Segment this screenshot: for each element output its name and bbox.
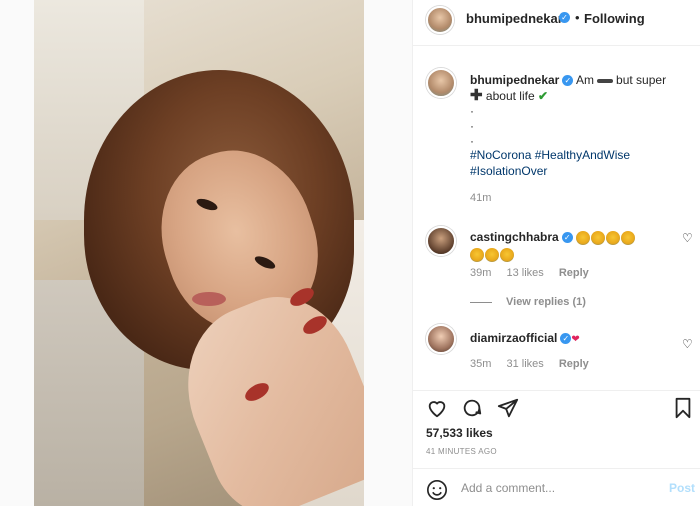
- comment-time: 39m: [470, 267, 492, 279]
- verified-icon: ✓: [560, 333, 572, 345]
- reply-button[interactable]: Reply: [559, 358, 589, 370]
- likes-count[interactable]: 57,533 likes: [426, 426, 493, 440]
- comment-icon[interactable]: [461, 397, 483, 419]
- like-comment-heart-icon[interactable]: ♡: [682, 231, 693, 245]
- caption-hashtags: #NoCorona #HealthyAndWise #IsolationOver: [470, 147, 670, 179]
- post-panel: bhumipednekar ✓ • Following bhumipedneka…: [412, 0, 700, 506]
- replies-line: [470, 301, 492, 303]
- reply-button[interactable]: Reply: [559, 267, 589, 279]
- post-comment-button[interactable]: Post: [669, 481, 695, 495]
- action-bar: [413, 390, 700, 424]
- clap-emoji-icon: [485, 247, 499, 262]
- comment-text: castingchhabra ✓: [470, 229, 660, 263]
- check-emoji-icon: ✔: [537, 89, 549, 103]
- separator-dot: •: [575, 10, 580, 25]
- bookmark-icon[interactable]: [672, 397, 694, 419]
- lips: [192, 292, 226, 306]
- author-username[interactable]: bhumipednekar: [466, 11, 563, 26]
- caption-dots: · · ·: [470, 104, 474, 149]
- comment-meta: 35m 31 likes Reply: [470, 358, 601, 370]
- caption-avatar[interactable]: [426, 68, 456, 98]
- dot-line: ·: [470, 104, 474, 118]
- comment-meta: 39m 13 likes Reply: [470, 267, 601, 279]
- dot-line: ·: [470, 119, 474, 133]
- add-comment-bar: Add a comment... Post: [413, 468, 700, 506]
- clap-emoji-icon: [500, 247, 514, 262]
- share-icon[interactable]: [497, 397, 519, 419]
- commenter-username[interactable]: castingchhabra: [470, 230, 559, 244]
- hashtag-link[interactable]: #HealthyAndWise: [535, 148, 630, 162]
- clap-emoji-icon: [591, 230, 606, 245]
- caption-time: 41m: [470, 192, 492, 204]
- post-header: bhumipednekar ✓ • Following: [413, 0, 700, 46]
- caption-text-part1: Am: [576, 73, 595, 87]
- caption-username[interactable]: bhumipednekar: [470, 73, 559, 87]
- caption-text-part3: about life: [485, 89, 535, 103]
- comment-text: diamirzaofficial ✓ ❤: [470, 330, 660, 348]
- commenter-avatar[interactable]: [426, 324, 456, 354]
- caption-text-part2: but super: [616, 73, 667, 87]
- minus-emoji-icon: [597, 78, 614, 83]
- clap-emoji-icon: [621, 230, 636, 245]
- comment-likes[interactable]: 31 likes: [506, 358, 543, 370]
- clap-emoji-icon: [576, 230, 591, 245]
- emoji-smile-icon[interactable]: [426, 479, 448, 501]
- view-replies-button[interactable]: View replies (1): [470, 296, 586, 308]
- following-button[interactable]: Following: [584, 11, 645, 26]
- commenter-username[interactable]: diamirzaofficial: [470, 331, 557, 345]
- view-replies-label: View replies (1): [506, 296, 586, 308]
- post-image[interactable]: [34, 0, 364, 506]
- comment-time: 35m: [470, 358, 492, 370]
- comment-input[interactable]: Add a comment...: [461, 481, 555, 495]
- like-comment-heart-icon[interactable]: ♡: [682, 337, 693, 351]
- commenter-avatar[interactable]: [426, 226, 456, 256]
- hashtag-link[interactable]: #IsolationOver: [470, 164, 547, 178]
- red-heart-emoji-icon: ❤: [571, 334, 580, 345]
- author-avatar[interactable]: [426, 6, 454, 34]
- hashtag-link[interactable]: #NoCorona: [470, 148, 531, 162]
- plus-emoji-icon: ✚: [470, 87, 483, 104]
- verified-icon: ✓: [562, 75, 574, 87]
- heart-icon[interactable]: [426, 397, 448, 419]
- verified-icon: ✓: [561, 232, 573, 244]
- clap-emoji-icon: [606, 230, 621, 245]
- verified-icon: ✓: [559, 12, 570, 23]
- comment-likes[interactable]: 13 likes: [506, 267, 543, 279]
- caption-text: bhumipednekar ✓ Am but super ✚ about life …: [470, 72, 690, 104]
- post-timestamp: 41 MINUTES AGO: [426, 447, 497, 456]
- clap-emoji-icon: [470, 247, 484, 262]
